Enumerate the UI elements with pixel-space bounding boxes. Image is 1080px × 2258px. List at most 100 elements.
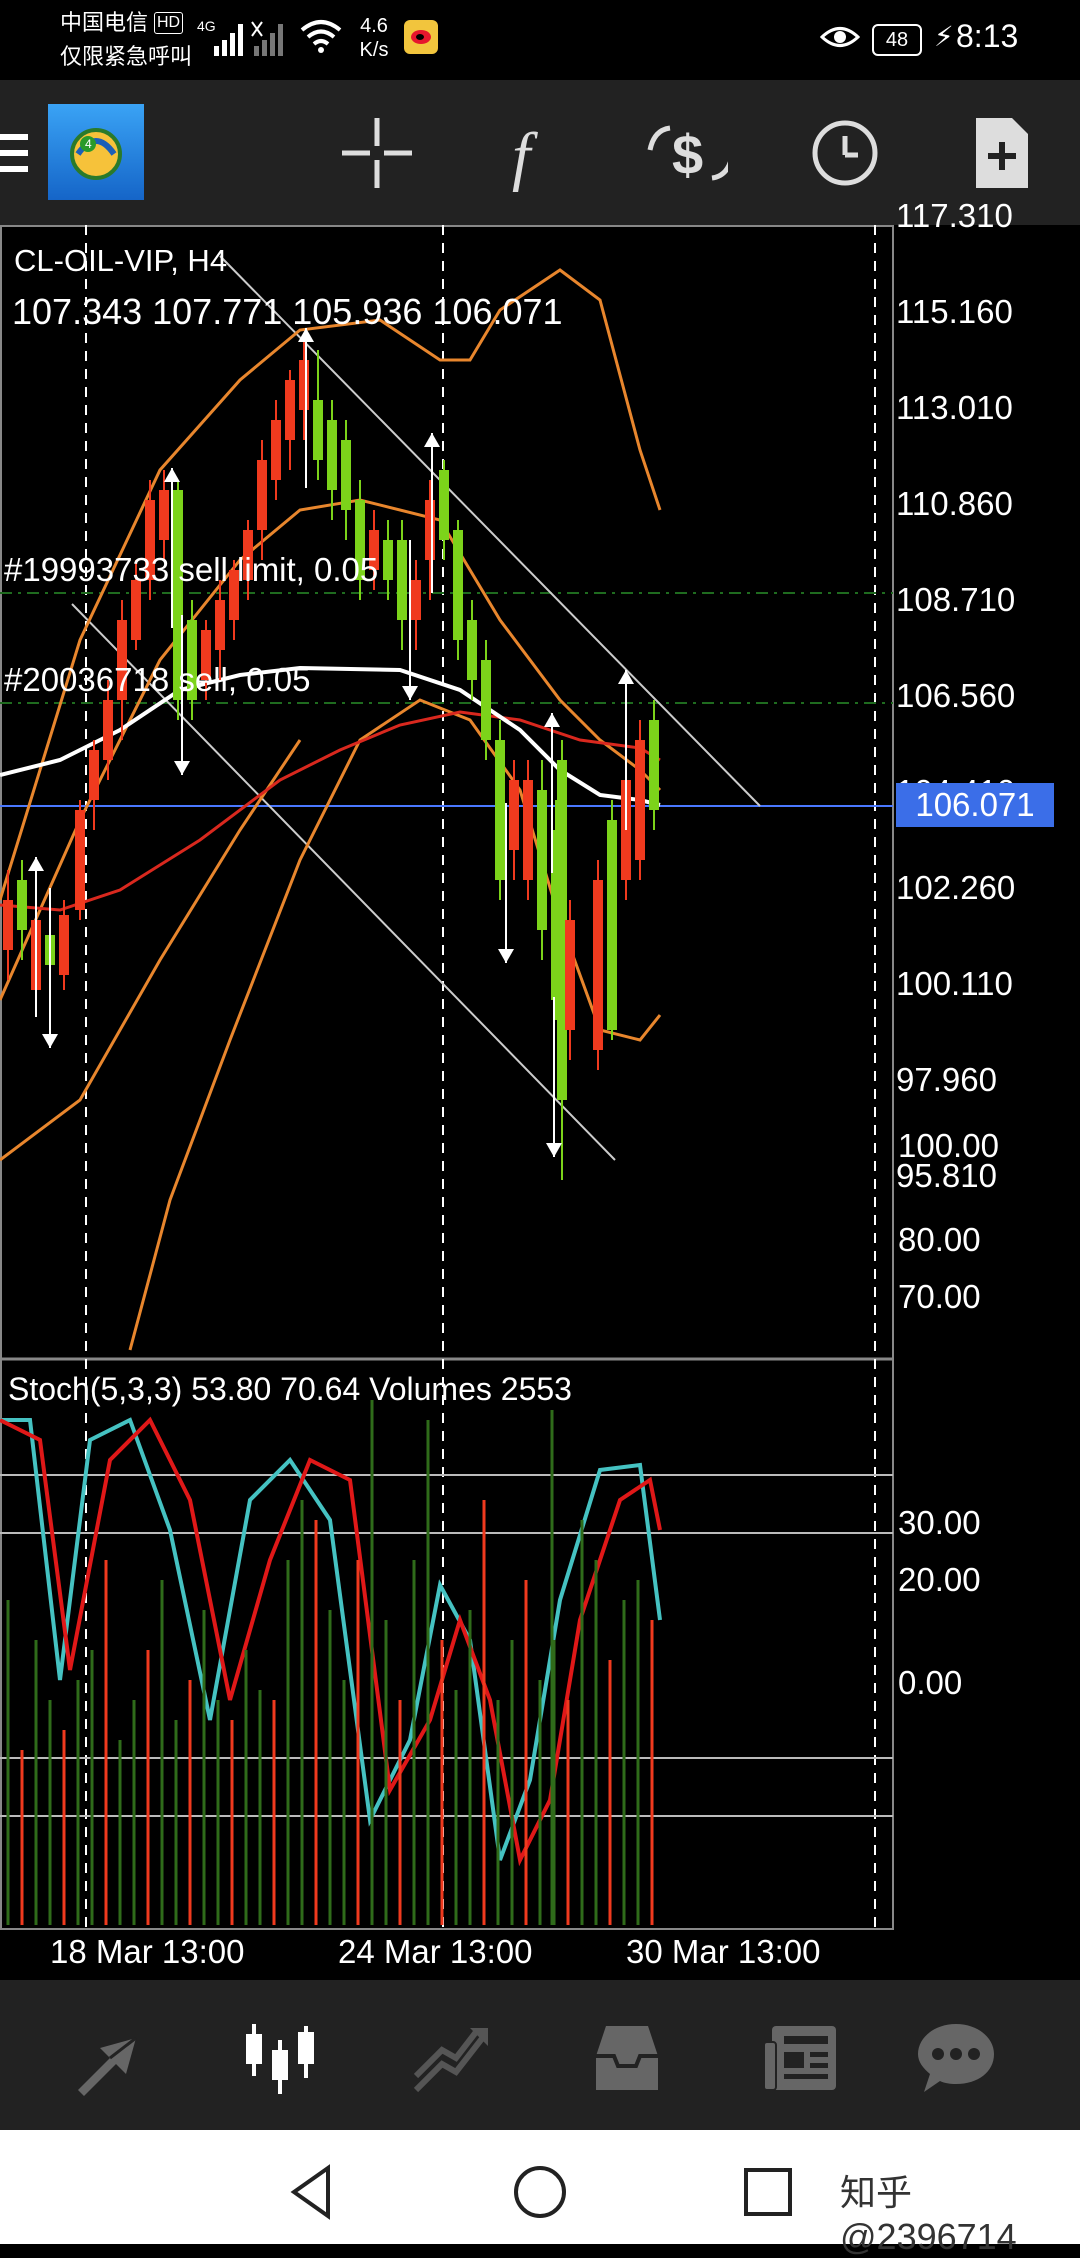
candle-body <box>257 460 267 530</box>
carrier-text: 中国电信 <box>60 10 149 35</box>
wifi-icon <box>300 20 342 53</box>
candle-body <box>439 470 449 540</box>
crosshair-icon[interactable] <box>336 112 418 194</box>
trade-icon[interactable]: $ <box>646 112 728 194</box>
svg-text:$: $ <box>672 123 703 186</box>
speed-unit: K/s <box>359 39 389 61</box>
price-axis-label: 110.860 <box>896 485 1013 522</box>
fractal-arrow-head <box>424 433 440 447</box>
candle-body <box>565 920 575 1030</box>
signal-icon <box>214 21 283 56</box>
chart-area[interactable]: CL-OIL-VIP, H4 107.343 107.771 105.936 1… <box>0 197 1080 1980</box>
function-icon[interactable]: f <box>492 112 574 194</box>
fractal-arrow-head <box>402 686 418 700</box>
symbol-label: CL-OIL-VIP, H4 <box>14 243 228 278</box>
emergency-text: 仅限紧急呼叫 <box>60 44 193 69</box>
candle-body <box>59 915 69 975</box>
candle-body <box>299 360 309 410</box>
candle-body <box>635 740 645 860</box>
order-sell-label[interactable]: #20036718 sell, 0.05 <box>4 661 310 699</box>
weibo-icon <box>404 20 438 54</box>
quotes-icon[interactable] <box>70 2020 152 2096</box>
status-bar: 中国电信 HD 仅限紧急呼叫 4G 4.6 K/s 48 ⚡ 8:13 <box>0 0 1080 80</box>
fractal-arrow-head <box>174 761 190 775</box>
candle-body <box>495 740 505 880</box>
app-logo[interactable]: 4 <box>48 104 144 200</box>
svg-text:4: 4 <box>85 137 92 151</box>
date-label: 24 Mar 13:00 <box>338 1933 533 1970</box>
stoch-axis-label: 20.00 <box>898 1561 981 1598</box>
candle-body <box>313 400 323 460</box>
fractal-arrow-head <box>618 670 634 684</box>
candle-body <box>285 380 295 440</box>
order-sell-limit-label[interactable]: #19993733 sell limit, 0.05 <box>4 551 378 589</box>
candle-body <box>383 540 393 580</box>
fractal-arrow-head <box>164 468 180 482</box>
price-axis-label: 102.260 <box>896 869 1016 906</box>
chart-icon[interactable] <box>240 2020 322 2096</box>
candle-body <box>411 580 421 620</box>
system-navigation: 知乎 @2396714 <box>0 2130 1080 2257</box>
price-axis-label: 115.160 <box>896 293 1013 330</box>
candle-body <box>593 880 603 1050</box>
candle-body <box>215 600 225 650</box>
current-price-tag: 106.071 <box>896 783 1054 827</box>
bollinger-lower <box>128 698 662 1351</box>
history-icon[interactable] <box>586 2020 668 2096</box>
candle-body <box>89 750 99 800</box>
news-icon[interactable] <box>760 2020 842 2096</box>
clock-time: 8:13 <box>956 18 1019 54</box>
candle-body <box>481 660 491 740</box>
candle-body <box>537 790 547 930</box>
candle-body <box>649 720 659 810</box>
stoch-label: Stoch(5,3,3) 53.80 70.64 Volumes 2553 <box>8 1371 572 1407</box>
trade-icon[interactable] <box>412 2020 494 2096</box>
fractal-arrow-head <box>498 949 514 963</box>
stoch-axis-label: 80.00 <box>898 1221 981 1258</box>
price-axis-label: 106.560 <box>896 677 1016 714</box>
candle-body <box>159 490 169 540</box>
fractal-arrow-head <box>28 857 44 871</box>
back-icon[interactable] <box>282 2162 342 2222</box>
price-axis-label: 113.010 <box>896 389 1013 426</box>
chat-icon[interactable] <box>916 2020 998 2096</box>
candle-body <box>75 810 85 910</box>
stoch-axis-label: 100.00 <box>898 1127 999 1164</box>
candle-body <box>607 820 617 1030</box>
charging-icon: ⚡ <box>934 21 954 52</box>
price-axis-label: 100.110 <box>896 965 1013 1002</box>
candle-body <box>523 780 533 880</box>
price-axis-label: 108.710 <box>896 581 1016 618</box>
battery-icon: 48 <box>872 24 922 56</box>
candle-body <box>17 880 27 930</box>
ohlc-label: 107.343 107.771 105.936 106.071 <box>12 291 563 332</box>
fractal-arrow-head <box>42 1034 58 1048</box>
new-document-icon[interactable] <box>960 112 1042 194</box>
candle-body <box>467 620 477 680</box>
fractal-arrow-head <box>546 1143 562 1157</box>
home-icon[interactable] <box>510 2162 570 2222</box>
date-label: 30 Mar 13:00 <box>626 1933 821 1970</box>
candle-body <box>327 420 337 490</box>
price-axis-label: 117.310 <box>896 197 1013 234</box>
speed-value: 4.6 <box>360 15 388 37</box>
candle-body <box>271 420 281 480</box>
candle-body <box>453 530 463 640</box>
recents-icon[interactable] <box>738 2162 798 2222</box>
candle-body <box>397 540 407 620</box>
candle-body <box>131 580 141 640</box>
candle-body <box>425 500 435 560</box>
stoch-axis-label: 0.00 <box>898 1664 963 1701</box>
fractal-arrow-head <box>544 713 560 727</box>
clock-icon[interactable] <box>804 112 886 194</box>
stoch-axis-label: 30.00 <box>898 1504 981 1541</box>
bottom-navigation <box>0 1980 1080 2130</box>
candle-body <box>3 900 13 950</box>
candle-body <box>341 440 351 510</box>
eye-icon <box>820 27 860 47</box>
menu-icon[interactable] <box>0 132 30 176</box>
price-axis-label: 97.960 <box>896 1061 997 1098</box>
stoch-axis-label: 70.00 <box>898 1278 981 1315</box>
date-label: 18 Mar 13:00 <box>50 1933 245 1970</box>
svg-text:f: f <box>512 120 538 193</box>
